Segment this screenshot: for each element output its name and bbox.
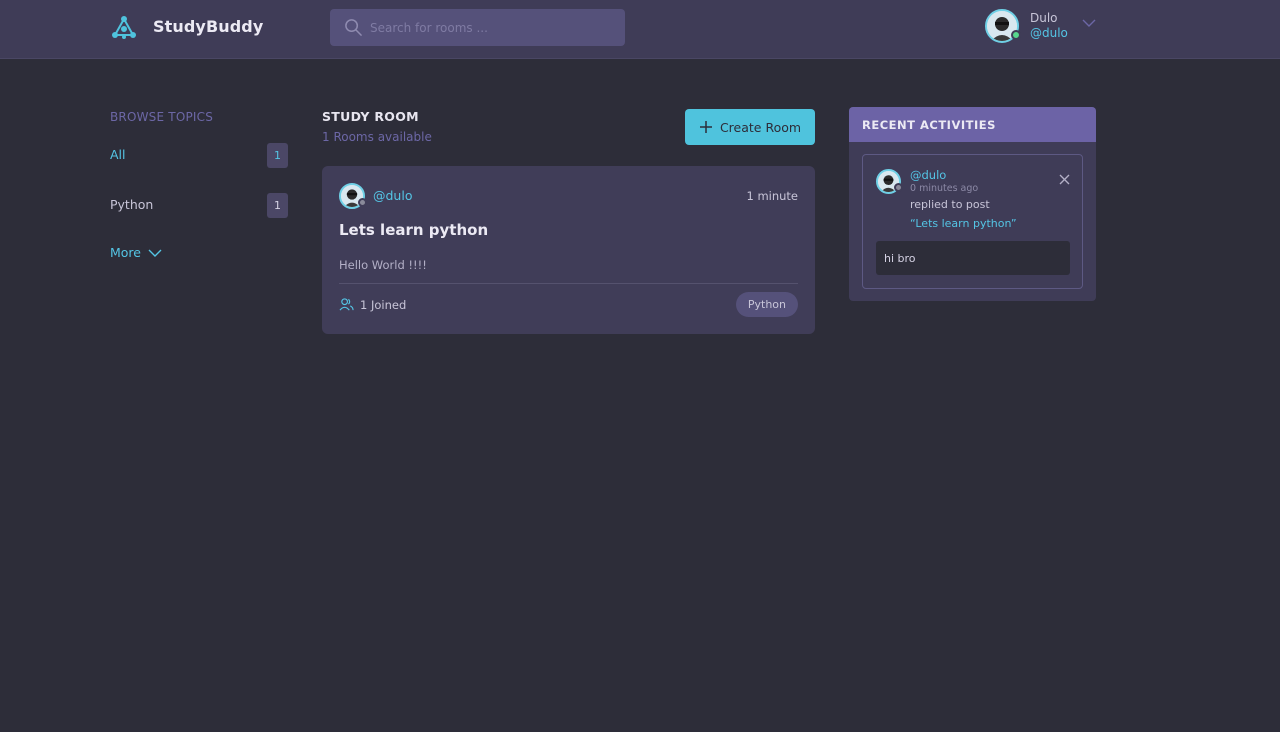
- close-icon[interactable]: [1059, 174, 1070, 185]
- room-title-link[interactable]: Lets learn python: [339, 221, 488, 239]
- user-handle: @dulo: [1030, 26, 1068, 40]
- page-title: STUDY ROOM: [322, 109, 419, 124]
- chevron-down-icon: [148, 249, 162, 257]
- activity-item: @dulo 0 minutes ago replied to post “Let…: [862, 154, 1083, 289]
- activity-reply-text: hi bro: [876, 241, 1070, 275]
- create-room-button[interactable]: Create Room: [685, 109, 815, 145]
- search-bar[interactable]: [330, 9, 625, 46]
- room-host-link[interactable]: @dulo: [373, 188, 412, 203]
- users-icon: [339, 298, 354, 311]
- topic-tag[interactable]: Python: [735, 292, 798, 317]
- plus-icon: [699, 121, 712, 133]
- joined-label: 1 Joined: [360, 298, 407, 312]
- offline-status-dot: [358, 198, 367, 207]
- room-description: Hello World !!!!: [339, 258, 427, 272]
- search-icon: [345, 19, 362, 36]
- brand-name[interactable]: StudyBuddy: [153, 17, 263, 36]
- activity-post-link[interactable]: “Lets learn python”: [910, 217, 1017, 230]
- topic-count-badge: 1: [267, 193, 288, 218]
- more-topics-link[interactable]: More: [110, 245, 162, 260]
- more-label: More: [110, 245, 141, 260]
- divider: [339, 283, 798, 284]
- browse-topics-heading: BROWSE TOPICS: [110, 110, 214, 124]
- topic-label: All: [110, 147, 126, 162]
- activities-header: RECENT ACTIVITIES: [849, 107, 1096, 142]
- rooms-available-count: 1 Rooms available: [322, 130, 432, 144]
- search-input[interactable]: [370, 9, 615, 46]
- topic-count-badge: 1: [267, 143, 288, 168]
- online-status-dot: [1011, 30, 1021, 40]
- user-display-name: Dulo: [1030, 11, 1058, 25]
- topic-item-python[interactable]: Python 1: [110, 193, 288, 219]
- chevron-down-icon[interactable]: [1082, 18, 1096, 28]
- topic-label: Python: [110, 197, 154, 212]
- top-navbar: StudyBuddy Dulo @dulo: [0, 0, 1280, 59]
- room-card[interactable]: @dulo 1 minute Lets learn python Hello W…: [322, 166, 815, 334]
- studybuddy-logo-icon[interactable]: [110, 14, 138, 42]
- activity-time: 0 minutes ago: [910, 183, 979, 194]
- user-menu[interactable]: Dulo @dulo: [985, 9, 1100, 45]
- topic-item-all[interactable]: All 1: [110, 143, 288, 169]
- create-room-label: Create Room: [719, 119, 802, 135]
- activity-user-link[interactable]: @dulo: [910, 168, 946, 182]
- room-time: 1 minute: [746, 189, 798, 203]
- offline-status-dot: [894, 183, 903, 192]
- recent-activities-panel: RECENT ACTIVITIES @dulo 0 minutes ago re…: [849, 107, 1096, 301]
- activity-action: replied to post: [910, 198, 990, 211]
- activities-heading: RECENT ACTIVITIES: [862, 118, 996, 132]
